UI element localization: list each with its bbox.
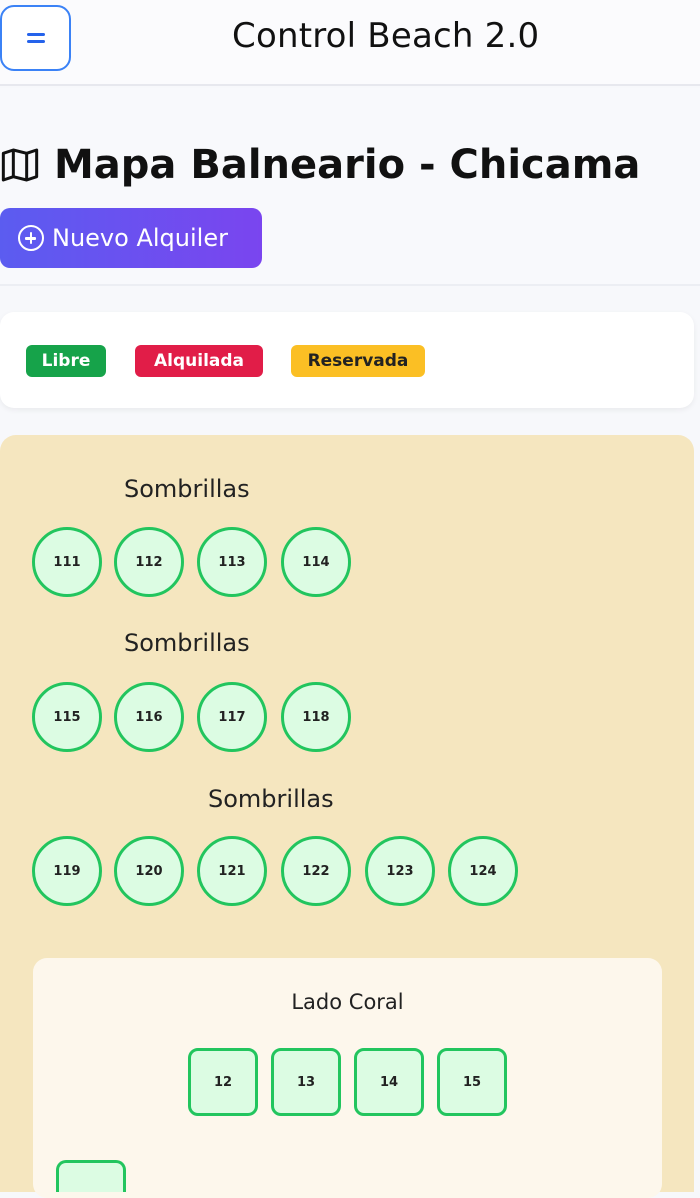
page-title: Mapa Balneario - Chicama xyxy=(0,142,640,188)
bed-spot[interactable]: 12 xyxy=(188,1048,258,1116)
zone-label: Sombrillas xyxy=(124,475,250,503)
page-title-text: Mapa Balneario - Chicama xyxy=(54,142,641,188)
legend-badge-libre: Libre xyxy=(26,345,106,377)
umbrella-spot[interactable]: 113 xyxy=(197,527,267,597)
umbrella-spot[interactable]: 117 xyxy=(197,682,267,752)
umbrella-spot[interactable]: 112 xyxy=(114,527,184,597)
umbrella-spot[interactable]: 122 xyxy=(281,836,351,906)
menu-icon xyxy=(26,32,45,44)
app-title: Control Beach 2.0 xyxy=(232,16,540,56)
legend-card: Libre Alquilada Reservada xyxy=(0,312,694,408)
umbrella-spot[interactable]: 123 xyxy=(365,836,435,906)
umbrella-spot[interactable]: 124 xyxy=(448,836,518,906)
plus-circle-icon xyxy=(18,225,44,251)
new-rental-label: Nuevo Alquiler xyxy=(52,224,228,252)
umbrella-spot[interactable]: 119 xyxy=(32,836,102,906)
umbrella-spot[interactable]: 111 xyxy=(32,527,102,597)
top-bar: Control Beach 2.0 xyxy=(0,0,700,86)
legend-badge-alquilada: Alquilada xyxy=(135,345,263,377)
bed-spot[interactable]: 13 xyxy=(271,1048,341,1116)
menu-button[interactable] xyxy=(0,5,71,71)
umbrella-spot[interactable]: 116 xyxy=(114,682,184,752)
umbrella-spot[interactable]: 114 xyxy=(281,527,351,597)
umbrella-spot[interactable]: 115 xyxy=(32,682,102,752)
map-icon xyxy=(1,148,39,182)
zone-label: Sombrillas xyxy=(124,629,250,657)
zone-label: Sombrillas xyxy=(208,785,334,813)
bed-spot[interactable]: 14 xyxy=(354,1048,424,1116)
bed-spot-partial[interactable] xyxy=(56,1160,126,1192)
coral-title: Lado Coral xyxy=(291,990,404,1014)
umbrella-spot[interactable]: 120 xyxy=(114,836,184,906)
umbrella-spot[interactable]: 118 xyxy=(281,682,351,752)
legend-badge-reservada: Reservada xyxy=(291,345,425,377)
new-rental-button[interactable]: Nuevo Alquiler xyxy=(0,208,262,268)
umbrella-spot[interactable]: 121 xyxy=(197,836,267,906)
bed-spot[interactable]: 15 xyxy=(437,1048,507,1116)
